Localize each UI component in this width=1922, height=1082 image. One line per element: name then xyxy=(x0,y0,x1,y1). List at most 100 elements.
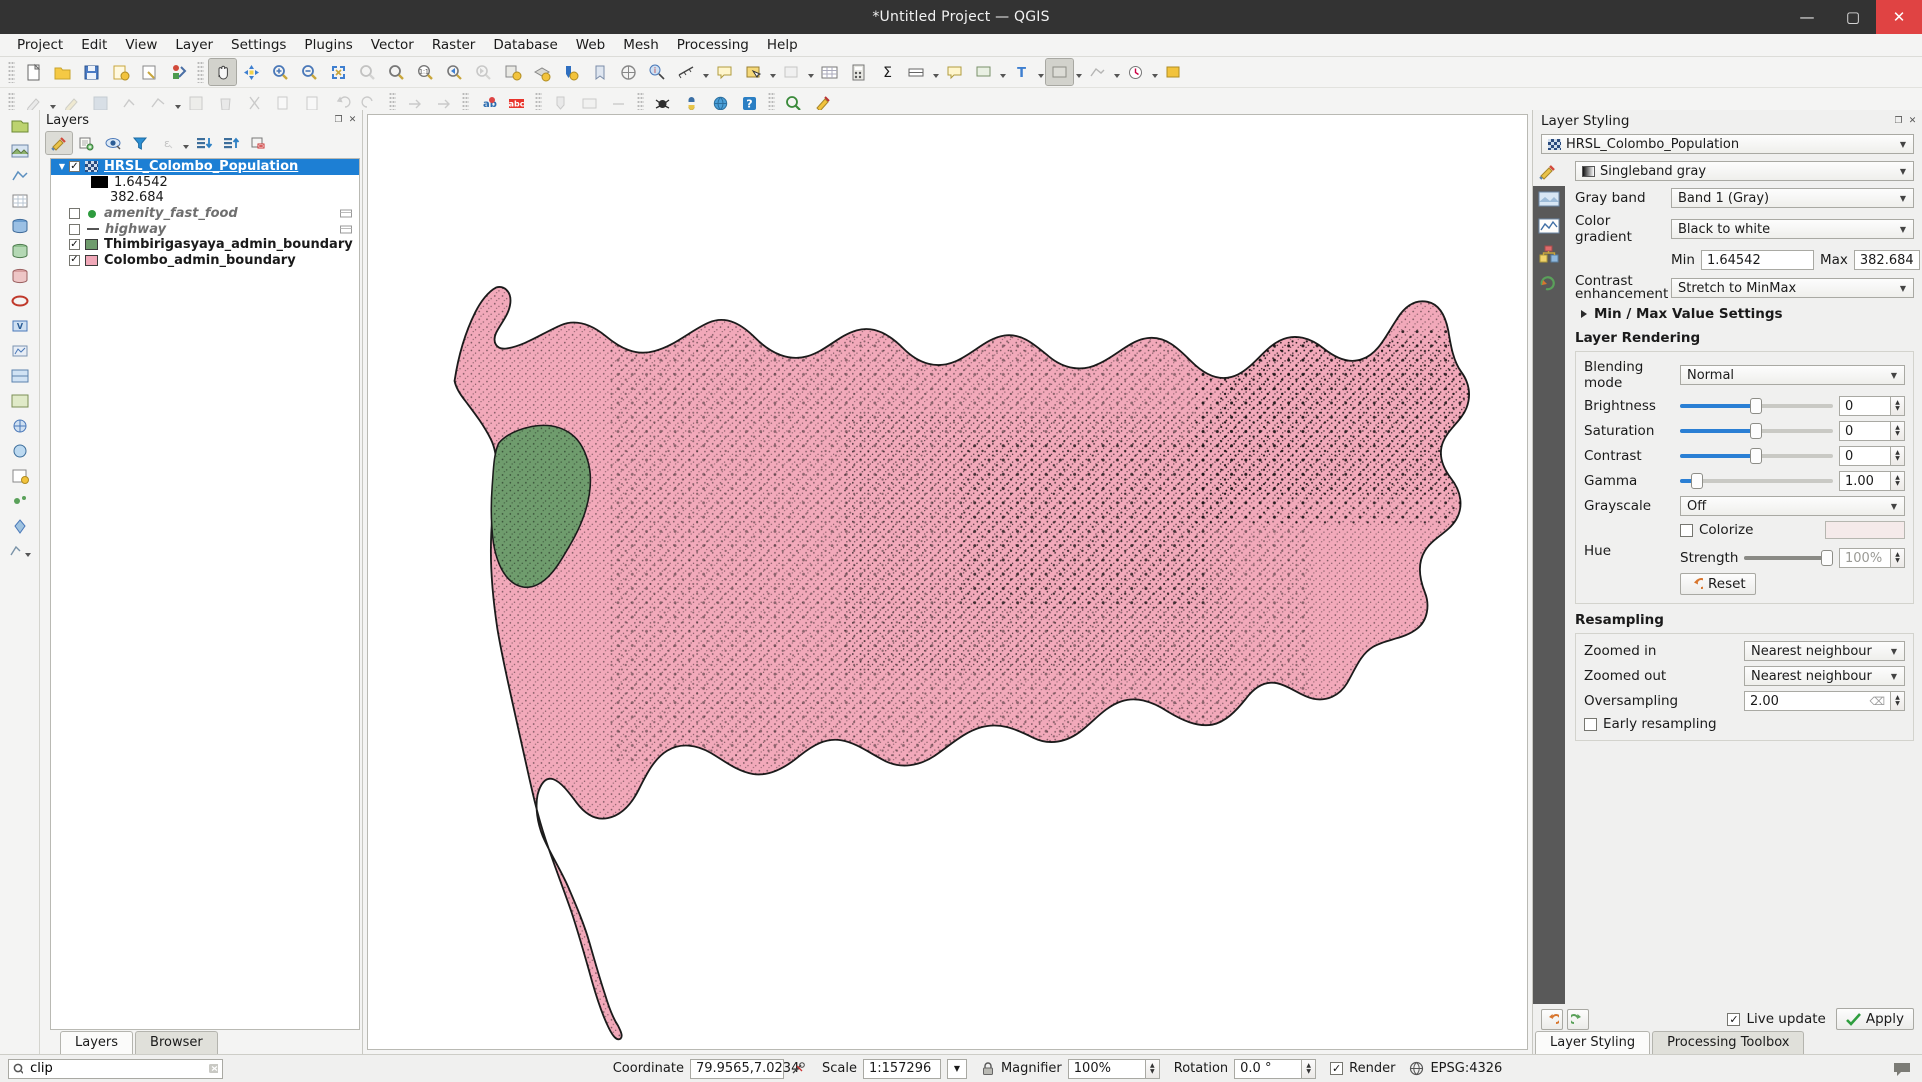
menu-database[interactable]: Database xyxy=(484,35,566,55)
colorize-checkbox[interactable] xyxy=(1680,523,1693,537)
contrast-stepper[interactable]: ▲ ▼ xyxy=(1891,446,1905,466)
tab-layers[interactable]: Layers xyxy=(60,1031,134,1054)
zoom-full-icon[interactable] xyxy=(325,59,352,85)
add-wfs-layer-icon[interactable] xyxy=(5,414,35,438)
chevron-down-icon[interactable]: ▼ xyxy=(1895,225,1911,234)
symbology-tab-icon[interactable] xyxy=(1533,158,1565,186)
tab-processing-toolbox[interactable]: Processing Toolbox xyxy=(1652,1031,1805,1054)
gamma-value[interactable]: 1.00 xyxy=(1839,471,1891,491)
filter-legend-by-expression-button[interactable]: ε xyxy=(154,132,180,154)
menu-help[interactable]: Help xyxy=(758,35,807,55)
apply-button[interactable]: Apply xyxy=(1835,1008,1914,1030)
locator-search-box[interactable] xyxy=(8,1058,223,1079)
filter-legend-button[interactable] xyxy=(127,132,153,154)
add-gps-layer-icon[interactable] xyxy=(5,514,35,538)
new-3d-map-view-icon[interactable] xyxy=(528,59,555,85)
measure-line-icon[interactable] xyxy=(673,59,700,85)
undock-panel-icon[interactable]: ❐ xyxy=(333,115,344,126)
chevron-down-icon[interactable]: ▼ xyxy=(1886,647,1902,656)
manage-map-themes-button[interactable] xyxy=(100,132,126,154)
open-layer-styling-panel-button[interactable] xyxy=(45,131,73,155)
menu-vector[interactable]: Vector xyxy=(362,35,423,55)
menu-plugins[interactable]: Plugins xyxy=(295,35,361,55)
layer-visibility-checkbox[interactable] xyxy=(69,223,80,235)
add-wms-layer-icon[interactable] xyxy=(5,364,35,388)
tab-browser[interactable]: Browser xyxy=(135,1031,218,1054)
select-dropdown-icon[interactable] xyxy=(768,59,777,85)
scale-input[interactable]: 1:157296 xyxy=(862,1058,941,1079)
add-virtual-layer-icon[interactable] xyxy=(5,339,35,363)
menu-raster[interactable]: Raster xyxy=(423,35,485,55)
close-styling-panel-icon[interactable]: ✕ xyxy=(1907,116,1918,127)
layer-edit-indicator[interactable] xyxy=(340,208,353,219)
add-arcgis-layer-icon[interactable] xyxy=(5,439,35,463)
layer-visibility-checkbox[interactable] xyxy=(69,208,80,220)
refresh-icon[interactable] xyxy=(557,59,584,85)
renderer-combo[interactable]: Singleband gray ▼ xyxy=(1575,161,1914,181)
menu-web[interactable]: Web xyxy=(567,35,614,55)
layers-tree[interactable]: ▼ HRSL_Colombo_Population 1.64542 382.68… xyxy=(50,158,360,1030)
maximize-button[interactable]: ▢ xyxy=(1830,0,1876,34)
add-layer-dropdown-icon[interactable] xyxy=(5,539,35,563)
strength-value[interactable]: 100% xyxy=(1839,548,1891,568)
pan-map-icon[interactable] xyxy=(208,58,237,86)
colorize-color-button[interactable] xyxy=(1825,521,1905,539)
identify-features-icon[interactable]: i xyxy=(644,59,671,85)
styling-layer-combo[interactable]: HRSL_Colombo_Population ▼ xyxy=(1541,134,1914,154)
saturation-value[interactable]: 0 xyxy=(1839,421,1891,441)
digitizing-dropdown-icon[interactable] xyxy=(1074,59,1083,85)
grayscale-combo[interactable]: Off ▼ xyxy=(1680,496,1905,516)
gamma-stepper[interactable]: ▲ ▼ xyxy=(1891,471,1905,491)
new-virtual-layer-icon[interactable] xyxy=(1160,59,1187,85)
render-group[interactable]: Render xyxy=(1330,1061,1395,1076)
messages-button[interactable] xyxy=(1892,1061,1912,1077)
transparency-tab-icon[interactable] xyxy=(1533,186,1565,213)
add-wcs-layer-icon[interactable] xyxy=(5,389,35,413)
colorize-checkbox-row[interactable]: Colorize xyxy=(1680,522,1753,538)
chevron-down-icon[interactable]: ▼ xyxy=(1886,672,1902,681)
brightness-stepper[interactable]: ▲ ▼ xyxy=(1891,396,1905,416)
oversampling-stepper[interactable]: ▲ ▼ xyxy=(1891,691,1905,711)
contrast-value[interactable]: 0 xyxy=(1839,446,1891,466)
rotation-input[interactable]: 0.0 ° xyxy=(1234,1058,1303,1079)
color-gradient-combo[interactable]: Black to white ▼ xyxy=(1671,219,1914,239)
style-manager-icon[interactable] xyxy=(165,59,192,85)
add-group-button[interactable] xyxy=(73,132,99,154)
layer-row-highway[interactable]: highway xyxy=(51,221,359,237)
deselect-features-icon[interactable] xyxy=(778,59,805,85)
brightness-value[interactable]: 0 xyxy=(1839,396,1891,416)
menu-processing[interactable]: Processing xyxy=(668,35,758,55)
contrast-enhancement-combo[interactable]: Stretch to MinMax ▼ xyxy=(1671,278,1914,298)
zoom-to-layer-icon[interactable] xyxy=(383,59,410,85)
show-bookmarks-icon[interactable] xyxy=(615,59,642,85)
new-layer-dropdown-icon[interactable] xyxy=(998,59,1007,85)
zoom-to-selection-icon[interactable] xyxy=(354,59,381,85)
temporal-dropdown-icon[interactable] xyxy=(1150,59,1159,85)
reset-button[interactable]: Reset xyxy=(1680,573,1756,595)
pan-to-selection-icon[interactable] xyxy=(238,59,265,85)
annotation-dropdown-icon[interactable] xyxy=(1036,59,1045,85)
magnifier-stepper[interactable]: ▲ ▼ xyxy=(1145,1058,1160,1079)
chevron-down-icon[interactable]: ▼ xyxy=(1895,194,1911,203)
zoomed-in-combo[interactable]: Nearest neighbour ▼ xyxy=(1744,641,1905,661)
map-tips-icon[interactable] xyxy=(711,59,738,85)
layer-edit-indicator[interactable] xyxy=(340,224,353,235)
rotation-stepper[interactable]: ▲ ▼ xyxy=(1302,1058,1317,1079)
zoomed-out-combo[interactable]: Nearest neighbour ▼ xyxy=(1744,666,1905,686)
blending-mode-combo[interactable]: Normal ▼ xyxy=(1680,365,1905,385)
contrast-slider[interactable] xyxy=(1680,446,1833,466)
zoom-last-icon[interactable] xyxy=(441,59,468,85)
menu-edit[interactable]: Edit xyxy=(72,35,116,55)
select-features-icon[interactable] xyxy=(740,59,767,85)
early-resampling-row[interactable]: Early resampling xyxy=(1584,716,1905,732)
render-checkbox[interactable] xyxy=(1330,1062,1344,1075)
toggle-extents-icon[interactable] xyxy=(790,1061,808,1077)
add-point-layer-icon[interactable] xyxy=(5,489,35,513)
rendering-tab-icon[interactable] xyxy=(1533,240,1565,267)
layer-visibility-checkbox[interactable] xyxy=(69,161,80,173)
lock-icon[interactable] xyxy=(981,1061,995,1076)
new-print-layout-icon[interactable] xyxy=(136,59,163,85)
history-tab-icon[interactable] xyxy=(1533,267,1565,294)
text-annotation-icon[interactable]: T xyxy=(1008,59,1035,85)
min-max-value-settings-disclosure[interactable]: Min / Max Value Settings xyxy=(1581,306,1914,322)
